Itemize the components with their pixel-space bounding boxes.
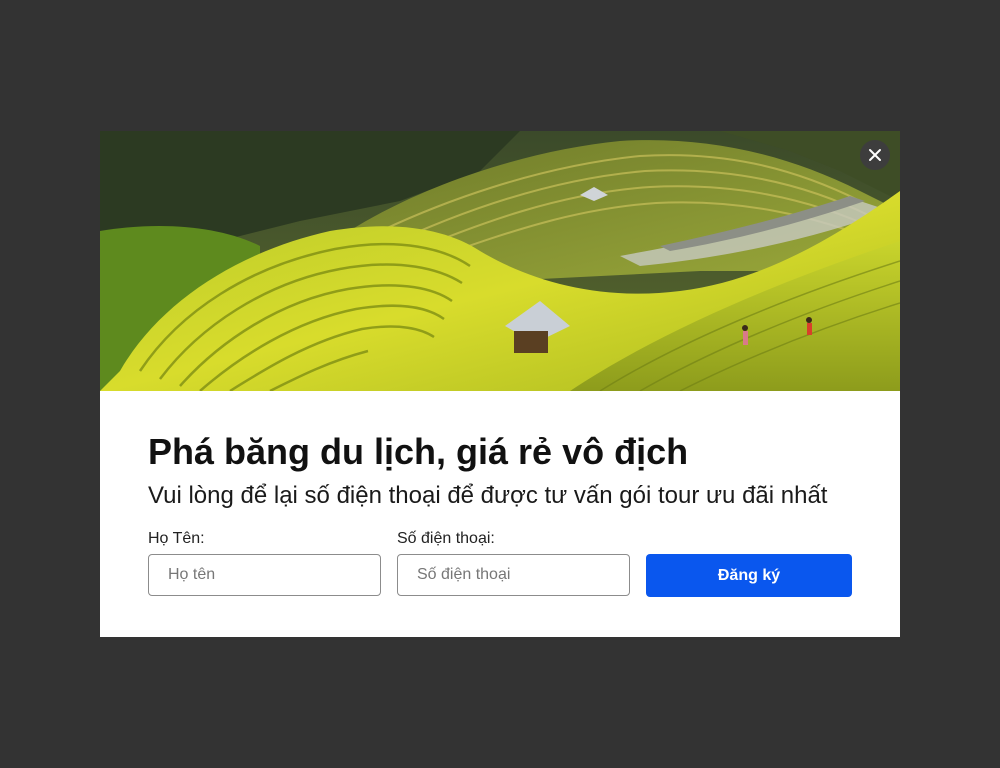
promo-popup: Phá băng du lịch, giá rẻ vô địch Vui lòn…: [100, 131, 900, 637]
name-label: Họ Tên:: [148, 530, 205, 547]
phone-label: Số điện thoại:: [397, 530, 495, 547]
popup-subtitle: Vui lòng để lại số điện thoại để được tư…: [148, 482, 828, 509]
phone-input[interactable]: [397, 554, 630, 596]
register-button[interactable]: Đăng ký: [646, 554, 852, 597]
close-icon: [869, 149, 881, 161]
name-input[interactable]: [148, 554, 381, 596]
popup-title: Phá băng du lịch, giá rẻ vô địch: [148, 431, 689, 472]
close-button[interactable]: [860, 140, 890, 170]
hero-image: [100, 131, 900, 391]
